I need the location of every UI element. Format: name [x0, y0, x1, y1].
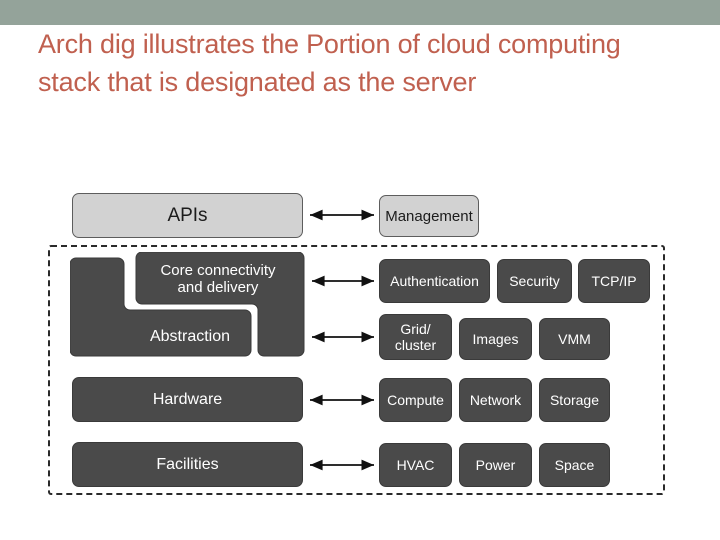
diagram-box-management[interactable]: Management — [379, 195, 479, 237]
diagram-box-facilities[interactable]: Facilities — [72, 442, 303, 487]
diagram-box-label: Power — [475, 457, 516, 473]
diagram-box-label: Abstraction — [149, 328, 231, 345]
diagram-box-storage[interactable]: Storage — [539, 378, 610, 422]
diagram-box-label: Facilities — [156, 455, 219, 473]
diagram-box-tcpip[interactable]: TCP/IP — [578, 259, 650, 303]
diagram-box-label: Security — [509, 273, 560, 289]
diagram-box-hardware[interactable]: Hardware — [72, 377, 303, 422]
diagram-box-apis[interactable]: APIs — [72, 193, 303, 238]
diagram-box-images[interactable]: Images — [459, 318, 532, 360]
diagram-box-label: Management — [385, 207, 473, 225]
diagram-box-label: APIs — [167, 204, 208, 226]
diagram-box-label: Storage — [549, 392, 600, 408]
diagram-box-security[interactable]: Security — [497, 259, 572, 303]
diagram-box-label: Network — [469, 392, 522, 408]
diagram-box-abstraction[interactable]: Abstraction — [130, 316, 250, 358]
diagram-box-network[interactable]: Network — [459, 378, 532, 422]
diagram-box-label: Grid/ cluster — [394, 321, 437, 353]
diagram-box-authentication[interactable]: Authentication — [379, 259, 490, 303]
diagram-box-power[interactable]: Power — [459, 443, 532, 487]
diagram-box-core-connectivity[interactable]: Core connectivity and delivery — [140, 256, 296, 302]
diagram-box-label: Authentication — [390, 273, 479, 289]
slide: Arch dig illustrates the Portion of clou… — [0, 0, 720, 540]
diagram-box-label: Images — [472, 331, 519, 347]
diagram-box-label: Core connectivity and delivery — [160, 262, 276, 296]
diagram-box-label: Hardware — [152, 390, 223, 408]
diagram-box-label: Compute — [387, 392, 444, 408]
diagram-box-grid-cluster[interactable]: Grid/ cluster — [379, 314, 452, 360]
diagram-box-space[interactable]: Space — [539, 443, 610, 487]
diagram-box-hvac[interactable]: HVAC — [379, 443, 452, 487]
diagram-box-vmm[interactable]: VMM — [539, 318, 610, 360]
diagram-box-label: HVAC — [396, 457, 435, 473]
architecture-diagram: APIs Core connectivity and delivery Abst… — [0, 0, 720, 540]
diagram-box-label: VMM — [558, 331, 591, 347]
diagram-box-label: Space — [554, 457, 595, 473]
diagram-box-label: TCP/IP — [591, 273, 637, 289]
diagram-box-compute[interactable]: Compute — [379, 378, 452, 422]
